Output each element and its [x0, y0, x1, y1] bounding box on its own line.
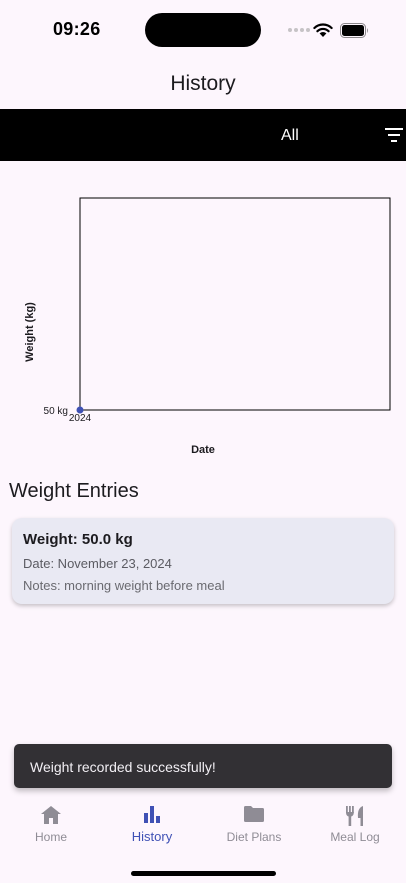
snackbar: Weight recorded successfully!: [14, 744, 392, 788]
status-time: 09:26: [53, 19, 101, 39]
weight-entries-title: Weight Entries: [9, 480, 139, 502]
bottom-navigation: Home History Diet Plans Meal Log: [0, 796, 406, 883]
entry-weight: Weight: 50.0 kg: [23, 531, 133, 548]
filter-list-icon[interactable]: [385, 128, 403, 142]
bar-chart-icon: [144, 806, 160, 823]
chart-x-axis-label: Date: [191, 444, 215, 456]
nav-item-history[interactable]: History: [101, 796, 203, 856]
chart-data-point: [76, 406, 84, 414]
chart-y-axis-label: Weight (kg): [24, 302, 36, 362]
chart-y-tick-label: 50 kg: [44, 406, 68, 417]
weight-entry-card[interactable]: Weight: 50.0 kg Date: November 23, 2024 …: [12, 518, 394, 604]
nav-item-home[interactable]: Home: [0, 796, 102, 856]
status-bar: 09:26: [0, 0, 406, 60]
entry-date: Date: November 23, 2024: [23, 556, 172, 571]
chart-x-tick-label: 2024: [69, 413, 92, 424]
filter-bar[interactable]: All: [0, 109, 406, 161]
dynamic-island: [145, 13, 261, 47]
nav-label-home: Home: [34, 830, 67, 844]
page-title: History: [170, 72, 236, 95]
entry-notes: Notes: morning weight before meal: [23, 578, 225, 593]
nav-label-meal-log: Meal Log: [330, 830, 380, 844]
wifi-icon: [313, 23, 333, 37]
nav-item-diet-plans[interactable]: Diet Plans: [203, 796, 305, 856]
nav-label-diet-plans: Diet Plans: [226, 830, 282, 844]
nav-item-meal-log[interactable]: Meal Log: [304, 796, 406, 856]
snackbar-message: Weight recorded successfully!: [30, 759, 216, 775]
cellular-signal-icon: [288, 28, 310, 32]
home-icon: [41, 806, 61, 824]
nav-label-history: History: [131, 829, 173, 844]
chart-plot-area: [79, 197, 391, 411]
folder-icon: [244, 806, 264, 822]
filter-selected-label[interactable]: All: [281, 127, 299, 145]
restaurant-icon: [346, 806, 363, 826]
weight-chart: Weight (kg) Date 50 kg2024: [24, 197, 391, 456]
battery-icon: [340, 23, 368, 38]
home-indicator: [131, 871, 276, 876]
